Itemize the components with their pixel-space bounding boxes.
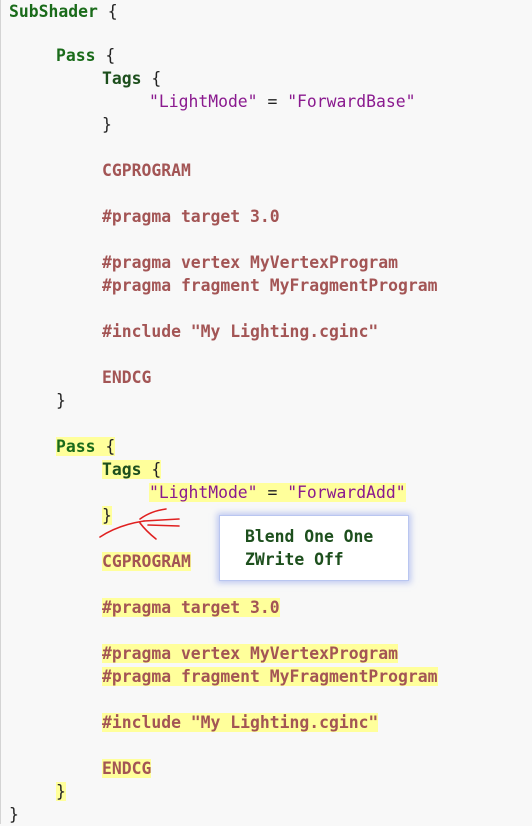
open-brace: { bbox=[107, 2, 118, 21]
close-brace: } bbox=[9, 805, 19, 824]
equals-sign: = bbox=[267, 483, 278, 502]
zwrite-off-line: ZWrite Off bbox=[245, 550, 344, 569]
pass1-include: #include "My Lighting.cginc" bbox=[102, 320, 378, 343]
pass2-include: #include "My Lighting.cginc" bbox=[102, 711, 379, 734]
pass2-tags-line: Tags { bbox=[102, 458, 162, 481]
tags-keyword: Tags bbox=[102, 69, 142, 88]
include-directive: #include "My Lighting.cginc" bbox=[102, 322, 379, 341]
endcg-keyword: ENDCG bbox=[102, 368, 152, 387]
inserted-code-popup: Blend One One ZWrite Off bbox=[219, 515, 409, 581]
pass1-lightmode-line: "LightMode" = "ForwardBase" bbox=[149, 90, 415, 113]
forwardbase-value: "ForwardBase" bbox=[287, 92, 416, 111]
insert-arrow-annotation bbox=[99, 508, 180, 540]
pass2-header: Pass { bbox=[56, 435, 116, 458]
open-brace: { bbox=[151, 69, 162, 88]
pass2-close: } bbox=[56, 780, 66, 803]
pragma-fragment: #pragma fragment MyFragmentProgram bbox=[102, 667, 438, 686]
pass-keyword: Pass bbox=[56, 437, 96, 456]
include-directive: #include "My Lighting.cginc" bbox=[102, 713, 379, 732]
pass1-tags-close: } bbox=[102, 113, 112, 136]
pass2-cgprogram: CGPROGRAM bbox=[102, 550, 191, 573]
equals-sign: = bbox=[267, 92, 278, 111]
pass1-pragma-vertex: #pragma vertex MyVertexProgram bbox=[102, 251, 398, 274]
close-brace: } bbox=[56, 782, 66, 801]
open-brace: { bbox=[151, 460, 162, 479]
close-brace: } bbox=[102, 115, 112, 134]
subshader-keyword: SubShader bbox=[9, 2, 98, 21]
cgprogram-keyword: CGPROGRAM bbox=[102, 161, 191, 180]
open-brace: { bbox=[105, 437, 116, 456]
pass-keyword: Pass bbox=[56, 46, 96, 65]
pass1-endcg: ENDCG bbox=[102, 366, 151, 389]
forwardadd-value: "ForwardAdd" bbox=[287, 483, 406, 502]
pass2-pragma-target: #pragma target 3.0 bbox=[102, 596, 280, 619]
cgprogram-keyword: CGPROGRAM bbox=[102, 552, 191, 571]
lightmode-key: "LightMode" bbox=[149, 92, 258, 111]
pass2-lightmode-line: "LightMode" = "ForwardAdd" bbox=[149, 481, 406, 504]
blend-one-one-line: Blend One One bbox=[245, 527, 374, 546]
pragma-vertex: #pragma vertex MyVertexProgram bbox=[102, 253, 399, 272]
pass1-tags-line: Tags { bbox=[102, 67, 161, 90]
pass1-cgprogram: CGPROGRAM bbox=[102, 159, 191, 182]
subshader-line: SubShader { bbox=[9, 0, 118, 23]
pass2-pragma-vertex: #pragma vertex MyVertexProgram bbox=[102, 642, 399, 665]
open-brace: { bbox=[105, 46, 116, 65]
pragma-target: #pragma target 3.0 bbox=[102, 207, 280, 226]
pragma-target: #pragma target 3.0 bbox=[102, 598, 280, 617]
code-block: SubShader { Pass { Tags { "LightMode" = … bbox=[0, 0, 532, 824]
endcg-keyword: ENDCG bbox=[102, 759, 152, 778]
subshader-close: } bbox=[9, 803, 19, 826]
pragma-fragment: #pragma fragment MyFragmentProgram bbox=[102, 276, 438, 295]
pass1-pragma-fragment: #pragma fragment MyFragmentProgram bbox=[102, 274, 438, 297]
pass2-endcg: ENDCG bbox=[102, 757, 152, 780]
tags-keyword: Tags bbox=[102, 460, 142, 479]
pass1-close: } bbox=[56, 389, 66, 412]
lightmode-key: "LightMode" bbox=[149, 483, 258, 502]
pass2-pragma-fragment: #pragma fragment MyFragmentProgram bbox=[102, 665, 438, 688]
close-brace: } bbox=[56, 391, 66, 410]
pass1-pragma-target: #pragma target 3.0 bbox=[102, 205, 280, 228]
pass1-header: Pass { bbox=[56, 44, 115, 67]
pragma-vertex: #pragma vertex MyVertexProgram bbox=[102, 644, 399, 663]
